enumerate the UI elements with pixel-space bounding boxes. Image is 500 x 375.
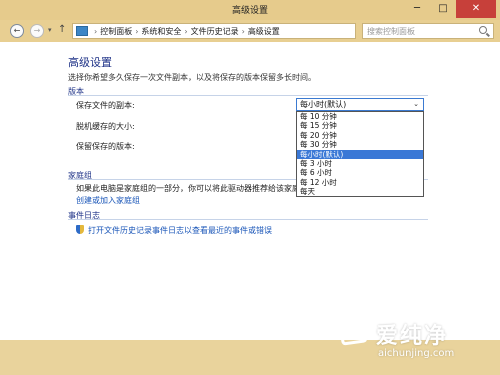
dropdown-option[interactable]: 每 3 小时 xyxy=(297,159,423,168)
breadcrumb-control-panel[interactable]: 控制面板 xyxy=(100,27,132,36)
homegroup-description: 如果此电脑是家庭组的一部分，你可以将此驱动器推荐给该家庭组 xyxy=(76,184,308,193)
offline-cache-label: 脱机缓存的大小: xyxy=(76,122,135,131)
dropdown-option[interactable]: 每 6 小时 xyxy=(297,168,423,177)
search-box[interactable] xyxy=(362,23,494,39)
main-content: 高级设置 选择你希望多久保存一次文件副本，以及将保存的版本保留多长时间。 版本 … xyxy=(0,42,500,340)
eventlog-link[interactable]: 打开文件历史记录事件日志以查看最近的事件或错误 xyxy=(88,225,272,236)
breadcrumb-separator: › xyxy=(94,27,98,36)
save-frequency-options: 每 10 分钟每 15 分钟每 20 分钟每 30 分钟 每小时(默认) 每 3 小… xyxy=(296,111,424,197)
dropdown-option[interactable]: 每 12 小时 xyxy=(297,178,423,187)
search-input[interactable] xyxy=(367,25,475,37)
homegroup-link[interactable]: 创建或加入家庭组 xyxy=(76,195,140,206)
watermark-url: aichunjing.com xyxy=(378,348,455,359)
page-description: 选择你希望多久保存一次文件副本，以及将保存的版本保留多长时间。 xyxy=(68,73,316,82)
dropdown-option[interactable]: 每 30 分钟 xyxy=(297,140,423,149)
save-frequency-value: 每小时(默认) xyxy=(300,100,347,109)
eventlog-divider xyxy=(68,219,428,220)
search-icon[interactable] xyxy=(479,26,487,34)
dropdown-option[interactable]: 每 10 分钟 xyxy=(297,112,423,121)
breadcrumb-system-security[interactable]: 系统和安全 xyxy=(141,27,181,36)
page-title: 高级设置 xyxy=(68,56,112,69)
keep-versions-label: 保留保存的版本: xyxy=(76,142,135,151)
watermark-logo-icon xyxy=(338,316,368,346)
recent-locations-chevron-icon[interactable]: ▾ xyxy=(48,26,52,34)
maximize-button[interactable]: □ xyxy=(430,0,456,18)
breadcrumb: › 控制面板 › 系统和安全 › 文件历史记录 › 高级设置 xyxy=(91,26,280,37)
breadcrumb-advanced-settings[interactable]: 高级设置 xyxy=(248,27,280,36)
breadcrumb-separator: › xyxy=(135,27,139,36)
shield-icon xyxy=(76,225,84,234)
forward-button[interactable]: → xyxy=(30,24,44,38)
title-bar: 高级设置 ─ □ ✕ xyxy=(0,0,500,20)
save-frequency-select[interactable]: 每小时(默认) ⌄ xyxy=(296,98,424,111)
dropdown-option[interactable]: 每 15 分钟 xyxy=(297,121,423,130)
breadcrumb-file-history[interactable]: 文件历史记录 xyxy=(191,27,239,36)
chevron-down-icon[interactable]: ⌄ xyxy=(413,99,419,110)
close-button[interactable]: ✕ xyxy=(456,0,496,18)
save-copies-label: 保存文件的副本: xyxy=(76,101,135,110)
back-button[interactable]: ← xyxy=(10,24,24,38)
up-button[interactable]: ↑ xyxy=(58,24,66,35)
control-panel-icon xyxy=(76,26,88,36)
address-toolbar: ← → ▾ ↑ ›控制面板›系统和安全›文件历史记录›高级设置 ▾ ↻ xyxy=(0,20,500,42)
dropdown-option[interactable]: 每 20 分钟 xyxy=(297,131,423,140)
address-bar[interactable]: ›控制面板›系统和安全›文件历史记录›高级设置 ▾ ↻ xyxy=(72,23,426,39)
breadcrumb-separator: › xyxy=(184,27,188,36)
dropdown-option[interactable]: 每小时(默认) xyxy=(297,149,423,159)
minimize-button[interactable]: ─ xyxy=(404,0,430,18)
breadcrumb-separator: › xyxy=(241,27,245,36)
watermark-text: 爱纯净 xyxy=(376,324,449,349)
dropdown-option[interactable]: 每天 xyxy=(297,187,423,196)
versions-divider xyxy=(68,95,428,96)
